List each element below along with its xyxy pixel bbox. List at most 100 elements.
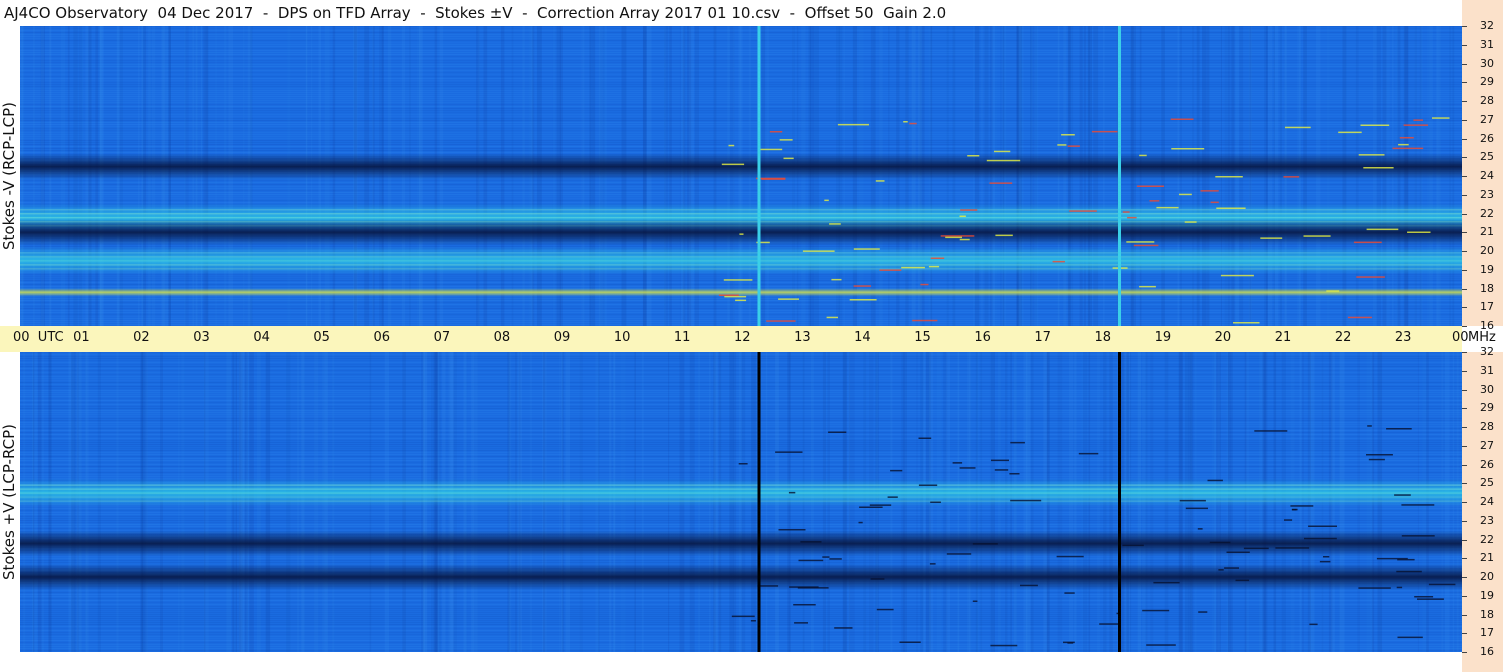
vertical-event-line [1118, 26, 1121, 326]
interference-mark [1397, 636, 1423, 639]
interference-mark [989, 182, 1013, 184]
interference-mark [1171, 148, 1205, 150]
interference-mark [1338, 131, 1362, 134]
interference-mark [1398, 143, 1409, 146]
time-tick-label: 20 [1214, 330, 1232, 345]
frequency-tick-mark [1462, 520, 1467, 522]
time-tick-label: 16 [974, 330, 991, 345]
frequency-tick-mark [1462, 26, 1467, 27]
interference-mark [1156, 206, 1179, 209]
interference-mark [986, 159, 1021, 162]
band-dark [20, 153, 1462, 180]
bottom-spectrogram-plot [20, 352, 1462, 652]
frequency-tick-label: 24 [1480, 495, 1494, 508]
interference-mark [1215, 176, 1243, 178]
interference-mark [778, 529, 806, 531]
interference-mark [1009, 473, 1020, 475]
interference-mark [1235, 579, 1250, 582]
interference-mark [1417, 598, 1444, 600]
interference-mark [995, 234, 1013, 237]
interference-mark [1353, 241, 1382, 244]
interference-mark [1216, 207, 1246, 209]
interference-mark [1309, 623, 1318, 626]
frequency-tick-label: 19 [1480, 262, 1494, 276]
interference-mark [1197, 528, 1203, 530]
interference-mark [1413, 119, 1423, 121]
interference-mark [1184, 221, 1197, 223]
interference-mark [1149, 200, 1160, 202]
interference-mark [1356, 276, 1385, 278]
interference-mark [1368, 458, 1385, 461]
interference-mark [853, 248, 880, 250]
interference-mark [826, 316, 838, 319]
frequency-tick-label: 19 [1480, 588, 1494, 602]
top-spectrogram-plot [20, 26, 1462, 326]
frequency-tick-mark [1462, 352, 1467, 353]
interference-mark [1308, 525, 1337, 527]
interference-mark [1401, 535, 1435, 537]
frequency-tick-mark [1462, 595, 1467, 597]
interference-mark [1078, 452, 1099, 455]
top-y-axis-label: Stokes -V (RCP-LCP) [0, 102, 18, 250]
vertical-event-line [1118, 352, 1121, 652]
frequency-tick-label: 30 [1480, 382, 1494, 396]
interference-mark [887, 496, 898, 498]
interference-mark [757, 585, 779, 587]
interference-mark [899, 641, 921, 643]
interference-mark [967, 155, 980, 157]
interference-mark [875, 180, 885, 182]
time-tick-label: 05 [313, 330, 330, 345]
interference-mark [1122, 211, 1130, 213]
interference-mark [946, 553, 972, 555]
frequency-tick-label: 26 [1480, 457, 1494, 471]
interference-mark [778, 298, 799, 300]
frequency-tick-mark [1462, 539, 1467, 541]
interference-mark [739, 233, 744, 235]
interference-mark [1099, 623, 1120, 625]
interference-mark [1347, 316, 1372, 319]
band-stripe [20, 488, 1462, 490]
interference-mark [1303, 235, 1331, 237]
interference-mark [828, 431, 847, 433]
time-tick-label: 00 UTC [13, 330, 64, 345]
band-stripe [20, 496, 1462, 498]
frequency-tick-mark [1462, 633, 1467, 635]
interference-mark [930, 257, 945, 259]
frequency-tick-label: 17 [1480, 300, 1494, 314]
frequency-tick-mark [1462, 307, 1467, 309]
interference-mark [829, 558, 842, 560]
interference-mark [1198, 611, 1208, 613]
interference-mark [731, 615, 755, 618]
interference-mark [1428, 583, 1456, 586]
frequency-tick-label: 32 [1480, 19, 1494, 32]
interference-mark [1136, 185, 1164, 187]
frequency-tick-mark [1462, 389, 1467, 391]
interference-mark [928, 265, 940, 268]
band-stripe [20, 492, 1462, 494]
interference-mark [930, 501, 941, 503]
interference-mark [1396, 586, 1403, 589]
vertical-event-line [757, 352, 761, 652]
frequency-tick-label: 21 [1480, 225, 1494, 239]
interference-mark [959, 215, 966, 217]
frequency-tick-mark [1462, 326, 1467, 327]
frequency-tick-mark [1462, 427, 1467, 428]
interference-mark [1052, 260, 1065, 263]
frequency-tick-mark [1462, 213, 1467, 215]
interference-mark [1207, 479, 1223, 482]
interference-mark [1010, 441, 1025, 444]
interference-mark [1185, 507, 1208, 510]
interference-mark [728, 144, 735, 147]
band-stripe [20, 252, 1462, 254]
interference-mark [1142, 609, 1170, 612]
frequency-tick-label: 23 [1480, 513, 1494, 527]
frequency-tick-label: 16 [1480, 319, 1494, 332]
frequency-tick-label: 23 [1480, 187, 1494, 201]
time-tick-label: 23 [1394, 330, 1412, 345]
interference-mark [918, 484, 938, 486]
interference-mark [994, 469, 1009, 471]
interference-mark [1179, 193, 1192, 196]
frequency-tick-mark [1462, 370, 1467, 372]
band-dark [20, 564, 1462, 590]
time-tick-label: 19 [1154, 330, 1172, 345]
